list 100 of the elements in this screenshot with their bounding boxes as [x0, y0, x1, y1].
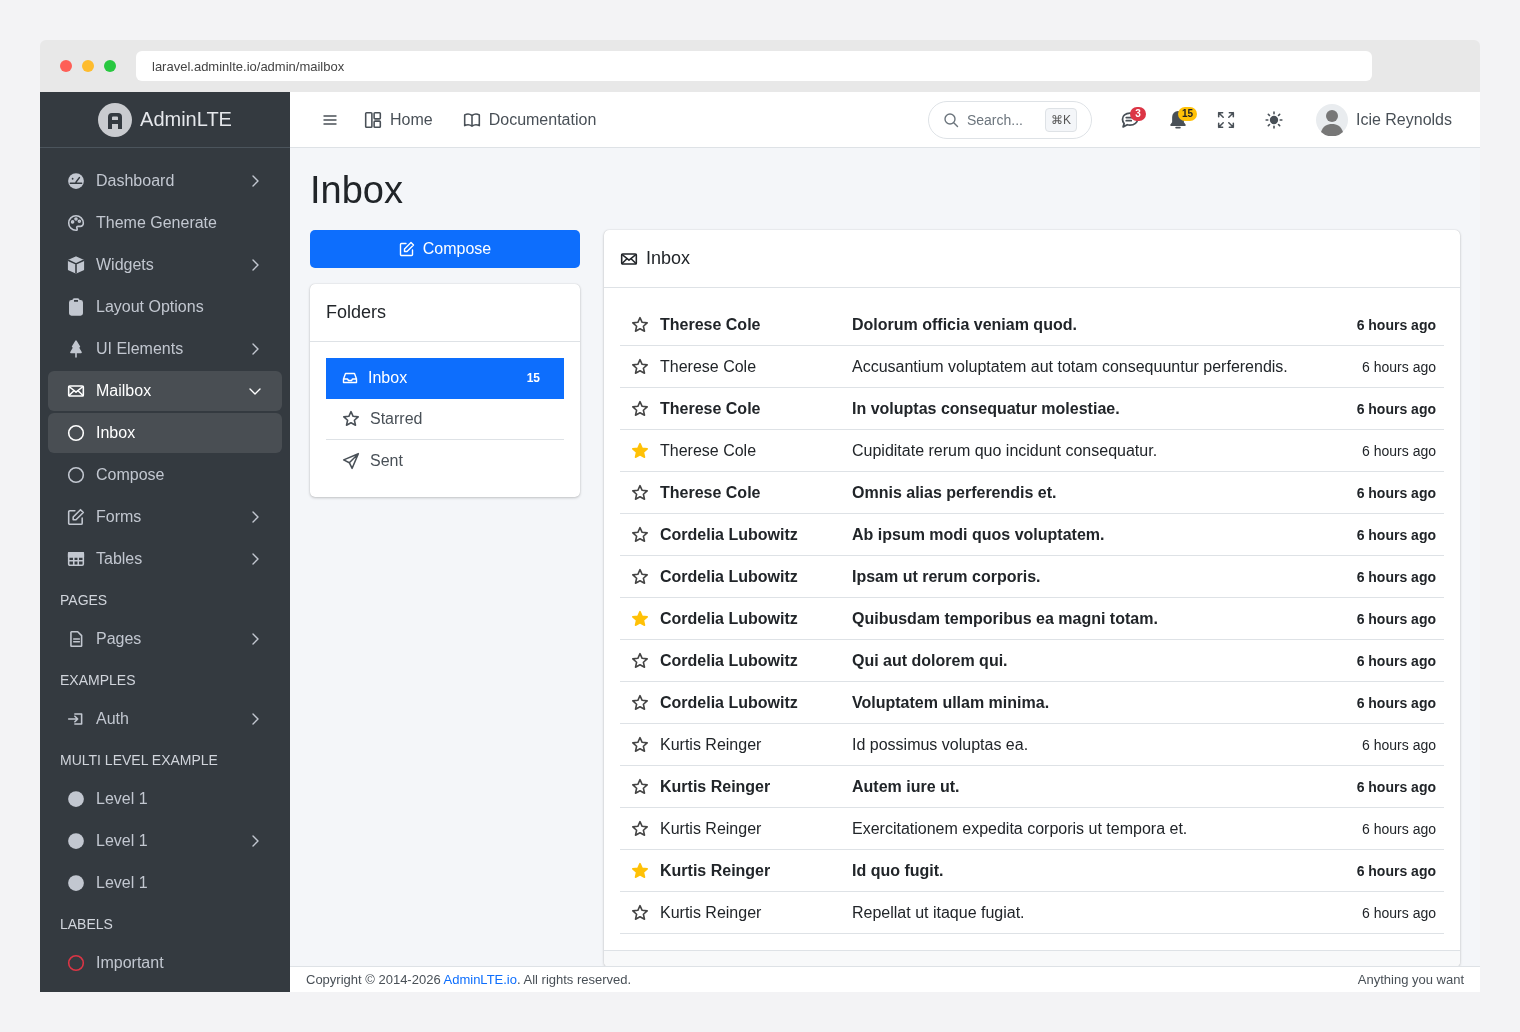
sender: Cordelia Lubowitz [660, 609, 799, 628]
book-icon [462, 110, 481, 129]
mail-row[interactable]: Kurtis Reinger Id quo fugit. 6 hours ago [620, 850, 1444, 892]
mail-row[interactable]: Therese Cole Cupiditate rerum quo incidunt consequatur. 6 hours ago [620, 430, 1444, 472]
card-title: Inbox [646, 248, 691, 269]
badge: 3 [1129, 106, 1146, 121]
nav-link[interactable]: Documentation [454, 110, 605, 129]
palette-icon [67, 214, 85, 232]
address-bar[interactable]: laravel.adminlte.io/admin/mailbox [136, 51, 1372, 81]
time: 6 hours ago [1356, 484, 1437, 501]
time: 6 hours ago [1362, 820, 1437, 837]
time: 6 hours ago [1356, 694, 1437, 711]
sender: Kurtis Reinger [660, 819, 763, 838]
sender: Kurtis Reinger [660, 777, 772, 796]
logo-icon [98, 102, 133, 137]
sender: Therese Cole [660, 399, 762, 418]
subject: Id possimus voluptas ea. [852, 735, 1030, 754]
time: 6 hours ago [1362, 442, 1437, 459]
sidebar-item[interactable]: Mailbox [48, 371, 282, 411]
unread-count: 15 [526, 371, 541, 385]
sender: Therese Cole [660, 441, 758, 460]
sender: Therese Cole [660, 315, 762, 334]
subject: Ab ipsum modi quos voluptatem. [852, 525, 1106, 544]
compose-button[interactable]: Compose [310, 230, 580, 268]
sidebar-item[interactable]: Forms [48, 497, 282, 537]
mail-row[interactable]: Therese Cole Accusantium voluptatem aut totam consequuntur perferendis. 6 hours ago [620, 346, 1444, 388]
user-menu[interactable]: Icie Reynolds [1315, 103, 1452, 136]
tray-icon [342, 370, 358, 386]
dot-icon [67, 832, 85, 850]
zoom-dot[interactable] [104, 60, 116, 72]
nav-link[interactable]: Home [356, 110, 441, 129]
sidebar-item[interactable]: Theme Generate [48, 203, 282, 243]
dot-icon [67, 790, 85, 808]
sidebar-item[interactable]: Compose [48, 455, 282, 495]
copyright-text: Copyright © 2014-2026 AdminLTE.io. All rights reserved. [306, 972, 632, 987]
mail-row[interactable]: Cordelia Lubowitz Quibusdam temporibus ea magni totam. 6 hours ago [620, 598, 1444, 640]
folder-item[interactable]: Starred [326, 399, 564, 440]
time: 6 hours ago [1362, 736, 1437, 753]
mail-row[interactable]: Therese Cole Omnis alias perferendis et. 6 hours ago [620, 472, 1444, 514]
mail-row[interactable]: Therese Cole In voluptas consequatur molestiae. 6 hours ago [620, 388, 1444, 430]
sidebar-heading: MULTI LEVEL EXAMPLE [59, 751, 219, 770]
sidebar-heading: EXAMPLES [59, 671, 137, 690]
sender: Cordelia Lubowitz [660, 525, 799, 544]
sender: Therese Cole [660, 483, 762, 502]
layout-icon [364, 110, 382, 129]
send-icon [342, 451, 360, 470]
subject: Cupiditate rerum quo incidunt consequatur. [852, 441, 1159, 460]
sidebar-item[interactable]: Layout Options [48, 287, 282, 327]
minimize-dot[interactable] [82, 60, 94, 72]
sidebar-item[interactable]: Auth [48, 699, 282, 739]
sender: Cordelia Lubowitz [660, 651, 799, 670]
time: 6 hours ago [1362, 358, 1437, 375]
box-icon [67, 256, 85, 274]
mail-row[interactable]: Cordelia Lubowitz Ipsam ut rerum corporis. 6 hours ago [620, 556, 1444, 598]
sidebar-item[interactable]: Widgets [48, 245, 282, 285]
subject: Accusantium voluptatem aut totam consequuntur perferendis. [852, 357, 1289, 376]
close-dot[interactable] [60, 60, 72, 72]
sidebar-item[interactable]: Level 1 [48, 863, 282, 903]
sender: Kurtis Reinger [660, 861, 772, 880]
sidebar-item[interactable]: Pages [48, 619, 282, 659]
sidebar-item[interactable]: Level 1 [48, 821, 282, 861]
brand-name: AdminLTE [140, 108, 232, 131]
sender: Kurtis Reinger [660, 735, 763, 754]
clipboard-icon [67, 298, 85, 316]
folder-item[interactable]: Sent [326, 440, 564, 481]
mail-row[interactable]: Cordelia Lubowitz Ab ipsum modi quos voluptatem. 6 hours ago [620, 514, 1444, 556]
subject: Autem iure ut. [852, 777, 961, 796]
sender: Cordelia Lubowitz [660, 567, 799, 586]
sidebar-heading: LABELS [59, 915, 114, 934]
messages-button[interactable]: 3 [1105, 99, 1154, 140]
mail-row[interactable]: Therese Cole Dolorum officia veniam quod. 6 hours ago [620, 304, 1444, 346]
badge: 15 [1177, 106, 1198, 121]
mail-row[interactable]: Kurtis Reinger Id possimus voluptas ea. 6 hours ago [620, 724, 1444, 766]
sidebar-item[interactable]: UI Elements [48, 329, 282, 369]
folder-item[interactable]: Inbox 15 [326, 358, 564, 399]
time: 6 hours ago [1356, 778, 1437, 795]
sidebar-item[interactable]: Level 1 [48, 779, 282, 819]
time: 6 hours ago [1356, 568, 1437, 585]
mail-row[interactable]: Kurtis Reinger Exercitationem expedita corporis ut tempora et. 6 hours ago [620, 808, 1444, 850]
mail-row[interactable]: Kurtis Reinger Repellat ut itaque fugiat. 6 hours ago [620, 892, 1444, 934]
mail-row[interactable]: Kurtis Reinger Autem iure ut. 6 hours ago [620, 766, 1444, 808]
notifications-button[interactable]: 15 [1153, 99, 1202, 140]
mail-row[interactable]: Cordelia Lubowitz Voluptatem ullam minima. 6 hours ago [620, 682, 1444, 724]
tree-icon [67, 340, 85, 358]
subject: In voluptas consequatur molestiae. [852, 399, 1121, 418]
sun-icon [1264, 110, 1283, 129]
edit-icon [67, 508, 85, 526]
subject: Repellat ut itaque fugiat. [852, 903, 1026, 922]
subject: Ipsam ut rerum corporis. [852, 567, 1042, 586]
sidebar-item[interactable]: Tables [48, 539, 282, 579]
mail-row[interactable]: Cordelia Lubowitz Qui aut dolorem qui. 6 hours ago [620, 640, 1444, 682]
sender: Therese Cole [660, 357, 758, 376]
sidebar-item[interactable]: Inbox [48, 413, 282, 453]
subject: Id quo fugit. [852, 861, 945, 880]
expand-icon [1216, 110, 1235, 129]
sidebar-item[interactable]: Dashboard [48, 161, 282, 201]
sidebar-item[interactable]: Important [48, 943, 282, 983]
adminlte-link[interactable]: AdminLTE.io [443, 972, 517, 987]
footer-note: Anything you want [1357, 972, 1464, 987]
subject: Dolorum officia veniam quod. [852, 315, 1078, 334]
